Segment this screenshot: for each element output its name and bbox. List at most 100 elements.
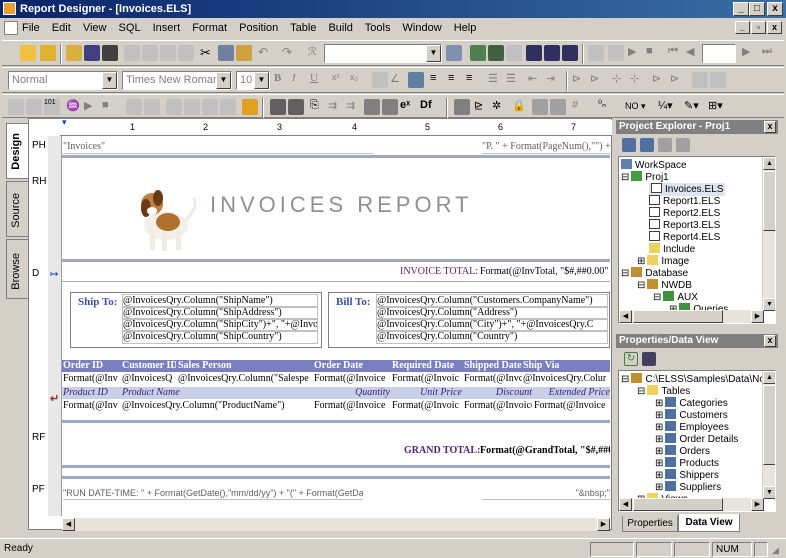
window-icon[interactable] xyxy=(526,45,542,61)
scroll-right-button[interactable]: ▶ xyxy=(751,310,764,323)
menu-view[interactable]: View xyxy=(83,22,107,34)
insert-grid-icon[interactable] xyxy=(364,99,380,115)
product-value-cell[interactable]: Format(@Invoice xyxy=(534,400,610,412)
tab-source[interactable]: Source xyxy=(6,181,28,237)
minimize-button[interactable]: _ xyxy=(733,2,749,16)
page-setup-icon[interactable] xyxy=(178,45,194,61)
play-icon[interactable]: ▶ xyxy=(628,45,644,61)
border-icon[interactable]: ⊞▾ xyxy=(708,99,724,115)
refresh-icon[interactable]: ↻ xyxy=(624,352,638,366)
order-header-cell[interactable]: Customer ID xyxy=(122,360,176,372)
report-header-band[interactable]: INVOICES REPORT xyxy=(62,166,610,262)
product-value-cell[interactable]: Format(@Inv xyxy=(63,400,119,412)
insert-textbox-icon[interactable] xyxy=(288,99,304,115)
insert-101-icon[interactable]: 101 xyxy=(44,99,60,115)
grid-icon[interactable] xyxy=(588,45,604,61)
subscript-icon[interactable]: x₂ xyxy=(350,72,366,88)
menu-format[interactable]: Format xyxy=(192,22,227,34)
tile-icon[interactable] xyxy=(562,45,578,61)
pe-view-object-icon[interactable] xyxy=(640,138,654,152)
grand-total-value[interactable]: Format(@GrandTotal, "$#,##0 xyxy=(480,445,610,457)
insert-ole-icon[interactable] xyxy=(220,99,236,115)
sql-combo[interactable]: ▼ xyxy=(324,44,442,63)
order-header-cell[interactable]: Order Date xyxy=(314,360,390,372)
align-center-icon[interactable]: ≡ xyxy=(448,72,464,88)
design-hscrollbar[interactable]: ◀ ▶ xyxy=(62,518,610,531)
split-icon[interactable] xyxy=(544,45,560,61)
order-header-cell[interactable]: Order ID xyxy=(63,360,121,372)
order-value-cell[interactable]: @InvoicesQry.Colur xyxy=(523,373,609,385)
menu-sql[interactable]: SQL xyxy=(119,22,141,34)
last-page-icon[interactable]: ⏭ xyxy=(762,45,778,61)
scroll-left-button[interactable]: ◀ xyxy=(62,518,75,531)
menu-tools[interactable]: Tools xyxy=(365,22,391,34)
tab-data-view[interactable]: Data View xyxy=(678,514,740,532)
insert-chart-icon[interactable] xyxy=(144,99,160,115)
fill-icon[interactable] xyxy=(408,72,424,88)
menu-table[interactable]: Table xyxy=(290,22,316,34)
first-page-icon[interactable]: ⏮ xyxy=(668,45,684,61)
style-combo[interactable]: Normal ▼ xyxy=(8,71,118,90)
resize-grip-icon[interactable]: ◢ xyxy=(772,545,779,556)
font-combo[interactable]: Times New Roman ▼ xyxy=(122,71,232,90)
product-value-cell[interactable]: @InvoicesQry.Column("ProductName") xyxy=(122,400,312,412)
order-header-cell[interactable]: Sales Person xyxy=(178,360,312,372)
page-header-band[interactable]: "Invoices" "P. " + Format(PageNum(),"") … xyxy=(62,136,610,158)
insert-subreport-icon[interactable] xyxy=(242,99,258,115)
design-mode-icon[interactable] xyxy=(608,45,624,61)
align-right-icon[interactable]: ≡ xyxy=(466,72,482,88)
tab-order-icon[interactable]: ⁰ₙ xyxy=(598,99,614,115)
underline-icon[interactable]: U xyxy=(310,72,326,88)
hash-icon[interactable]: # xyxy=(572,99,588,115)
merge-icon[interactable]: ⊹ xyxy=(612,72,628,88)
grid-view-icon[interactable] xyxy=(642,352,656,366)
arrange-icon[interactable]: ⊵ xyxy=(474,99,490,115)
ship-to-line[interactable]: @InvoicesQry.Column("ShipCountry") xyxy=(122,330,318,344)
insert-col-icon[interactable]: ⊳ xyxy=(590,72,606,88)
indent-icon[interactable]: ⇥ xyxy=(546,72,562,88)
scroll-up-button[interactable]: ▲ xyxy=(763,371,775,384)
page-number-input[interactable] xyxy=(702,44,736,63)
menu-window[interactable]: Window xyxy=(403,22,442,34)
send-back-icon[interactable] xyxy=(550,99,566,115)
insert-stop-icon[interactable]: ■ xyxy=(102,99,118,115)
insert-section-icon[interactable]: ♒ xyxy=(66,99,82,115)
tab-design[interactable]: Design xyxy=(6,123,28,179)
product-value-cell[interactable]: Format(@Invoice xyxy=(314,400,390,412)
dog-image[interactable] xyxy=(128,178,208,254)
menu-build[interactable]: Build xyxy=(328,22,352,34)
order-value-cell[interactable]: @InvoicesQry.Column("Salespe xyxy=(178,373,312,385)
scroll-thumb[interactable] xyxy=(633,310,723,323)
pe-refresh-icon[interactable] xyxy=(676,138,690,152)
pe-view-code-icon[interactable] xyxy=(622,138,636,152)
pe-toggle-icon[interactable] xyxy=(658,138,672,152)
product-value-cell[interactable]: Format(@Invoic xyxy=(392,400,462,412)
font-color-icon[interactable] xyxy=(372,72,388,88)
lock-icon[interactable]: 🔒 xyxy=(512,99,528,115)
bullets-icon[interactable]: ☰ xyxy=(488,72,504,88)
print-icon[interactable] xyxy=(124,45,140,61)
insert-frame-icon[interactable] xyxy=(270,99,286,115)
page-footer-left-field[interactable]: "RUN DATE-TIME: " + Format(GetDate(),"mm… xyxy=(63,487,363,500)
report-footer-band[interactable]: GRAND TOTAL: Format(@GrandTotal, "$#,##0 xyxy=(62,420,610,468)
copy-icon[interactable] xyxy=(218,45,234,61)
redo-icon[interactable]: ↷ xyxy=(282,45,298,61)
product-header-cell[interactable]: Product Name xyxy=(122,387,272,399)
pen-icon[interactable]: ✎▾ xyxy=(684,99,700,115)
undo-icon[interactable]: ↶ xyxy=(258,45,274,61)
next-page-icon[interactable]: ▶ xyxy=(742,45,758,61)
split-cell-icon[interactable]: ⊹ xyxy=(630,72,646,88)
open-project-icon[interactable] xyxy=(40,45,56,61)
scroll-up-button[interactable]: ▲ xyxy=(763,157,775,170)
product-header-cell[interactable]: Extended Price xyxy=(534,387,610,399)
run-query-icon[interactable] xyxy=(446,45,462,61)
mdi-close-button[interactable]: x xyxy=(767,21,782,34)
numbering-icon[interactable]: ☰ xyxy=(506,72,522,88)
pattern-icon[interactable] xyxy=(454,99,470,115)
menu-file[interactable]: File xyxy=(22,22,40,34)
build-icon[interactable] xyxy=(470,45,486,61)
sql-icon[interactable]: ℛ xyxy=(308,45,324,61)
insert-play-icon[interactable]: ▶ xyxy=(84,99,100,115)
bring-front-icon[interactable] xyxy=(532,99,548,115)
data-tree-hscroll[interactable]: ◀ ▶ xyxy=(619,498,764,511)
